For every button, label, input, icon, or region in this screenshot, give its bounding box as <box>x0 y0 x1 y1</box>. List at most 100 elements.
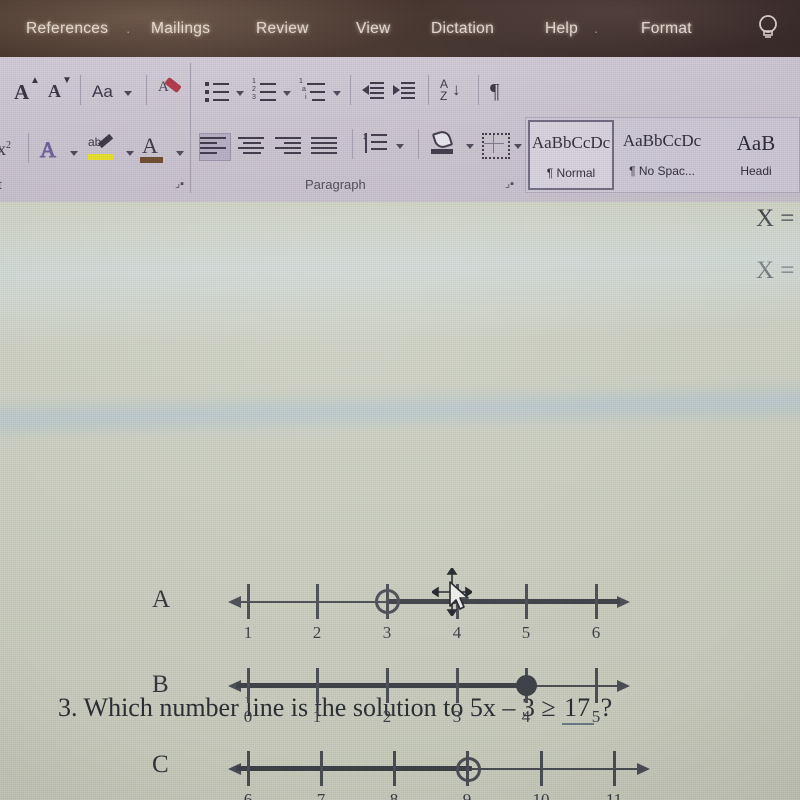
align-right-icon[interactable] <box>275 134 305 160</box>
shading-icon[interactable] <box>430 128 458 157</box>
style-sample: AaBbCcDc <box>622 131 702 150</box>
tab-separator-dot: · <box>126 24 131 39</box>
x-equals-line-1: X = <box>756 205 795 232</box>
align-left-icon[interactable] <box>200 134 230 160</box>
numbering-icon[interactable]: 1 2 3 <box>252 78 278 103</box>
group-divider <box>190 63 191 193</box>
grow-font-arrow-icon: ▲ <box>30 75 40 86</box>
tick-label: 4 <box>452 623 462 642</box>
tick-label: 6 <box>243 790 253 800</box>
divider <box>146 75 147 105</box>
option-b-number-line: 0 1 2 3 4 5 <box>228 668 638 745</box>
divider <box>80 75 81 105</box>
tab-separator-dot: · <box>594 24 599 39</box>
bullets-caret-icon[interactable] <box>236 91 244 96</box>
tick-label: 1 <box>243 623 253 642</box>
divider <box>350 75 351 105</box>
borders-caret-icon[interactable] <box>514 144 522 149</box>
tick-label: 5 <box>591 707 601 726</box>
style-name: Headi <box>740 164 772 178</box>
text-highlight-caret-icon[interactable] <box>126 151 134 156</box>
tab-view[interactable]: View <box>356 20 391 38</box>
tick-label: 4 <box>521 707 531 726</box>
show-formatting-marks-icon[interactable]: ¶ <box>490 79 500 104</box>
tick-label: 1 <box>312 707 322 726</box>
justify-icon[interactable] <box>311 134 341 160</box>
divider <box>352 129 353 159</box>
lightbulb-icon[interactable] <box>757 13 779 48</box>
tick-mark <box>525 584 528 619</box>
shading-caret-icon[interactable] <box>466 144 474 149</box>
text-effects-caret-icon[interactable] <box>70 151 78 156</box>
multilevel-list-icon[interactable]: 1 a i <box>299 78 329 103</box>
style-name: ¶ No Spac... <box>629 164 695 178</box>
tick-mark <box>247 751 250 786</box>
style-card-heading[interactable]: AaB Headi <box>710 120 800 190</box>
tick-mark <box>613 751 616 786</box>
line-spacing-icon[interactable]: ↕ <box>362 131 388 157</box>
tick-label: 0 <box>243 707 253 726</box>
paragraph-dialog-launcher[interactable]: ⌟▪ <box>505 177 514 190</box>
divider <box>28 133 29 163</box>
right-arrowhead-icon <box>637 763 650 775</box>
increase-indent-icon[interactable] <box>393 81 415 101</box>
tab-mailings[interactable]: Mailings <box>151 20 210 38</box>
ribbon[interactable]: A ▲ A ▼ Aa A x2 A ab A t ⌟▪ <box>0 55 800 202</box>
decrease-indent-icon[interactable] <box>362 81 384 101</box>
document-page[interactable]: 3. Which number line is the solution to … <box>0 198 800 800</box>
tick-label: 8 <box>389 790 399 800</box>
tick-mark <box>247 668 250 703</box>
superscript-icon[interactable]: x2 <box>0 139 11 160</box>
paragraph-group-label: Paragraph <box>305 177 366 192</box>
bullets-icon[interactable] <box>205 81 231 103</box>
tick-mark <box>316 668 319 703</box>
tick-mark <box>320 751 323 786</box>
tick-mark <box>595 668 598 703</box>
tick-mark <box>456 668 459 703</box>
tick-label: 3 <box>382 623 392 642</box>
question-number: 3. <box>58 693 78 722</box>
tab-dictation[interactable]: Dictation <box>431 20 494 38</box>
style-card-no-spacing[interactable]: AaBbCcDc ¶ No Spac... <box>616 120 708 190</box>
tick-mark <box>247 584 250 619</box>
x-equals-line-2: X = <box>756 257 795 284</box>
text-effects-icon[interactable]: A <box>40 137 57 163</box>
tick-mark <box>540 751 543 786</box>
tab-help[interactable]: Help <box>545 20 578 38</box>
tick-mark <box>386 668 389 703</box>
left-arrowhead-icon <box>228 596 241 608</box>
tick-label: 9 <box>462 790 472 800</box>
option-a-label: A <box>152 586 171 613</box>
solution-ray <box>236 683 526 688</box>
change-case-caret-icon[interactable] <box>124 91 132 96</box>
open-point-marker <box>456 757 481 782</box>
font-dialog-launcher[interactable]: ⌟▪ <box>175 177 184 190</box>
tab-format[interactable]: Format <box>641 20 692 38</box>
tab-references[interactable]: References <box>26 20 108 38</box>
shrink-font-icon[interactable]: A <box>48 81 61 102</box>
styles-gallery[interactable]: AaBbCcDc ¶ Normal AaBbCcDc ¶ No Spac... … <box>525 117 800 193</box>
grow-font-icon[interactable]: A <box>14 80 29 105</box>
numbering-caret-icon[interactable] <box>283 91 291 96</box>
style-sample: AaBbCcDc <box>531 133 611 152</box>
ribbon-tab-strip[interactable]: References · Mailings Review View Dictat… <box>0 0 800 57</box>
tab-review[interactable]: Review <box>256 20 309 38</box>
style-card-normal[interactable]: AaBbCcDc ¶ Normal <box>528 120 614 190</box>
tick-mark <box>316 584 319 619</box>
closed-point-marker <box>516 675 537 696</box>
font-group-label: t <box>0 177 2 192</box>
open-point-marker <box>375 589 400 614</box>
tick-mark <box>393 751 396 786</box>
option-b-label: B <box>152 671 169 698</box>
align-center-icon[interactable] <box>238 134 268 160</box>
divider <box>418 129 419 159</box>
line-spacing-caret-icon[interactable] <box>396 144 404 149</box>
multilevel-list-caret-icon[interactable] <box>333 91 341 96</box>
tick-label: 5 <box>521 623 531 642</box>
change-case-icon[interactable]: Aa <box>92 82 113 102</box>
borders-icon[interactable] <box>482 133 510 159</box>
tick-label: 2 <box>312 623 322 642</box>
tick-label: 11 <box>605 790 623 800</box>
solution-ray <box>236 766 472 771</box>
font-color-caret-icon[interactable] <box>176 151 184 156</box>
